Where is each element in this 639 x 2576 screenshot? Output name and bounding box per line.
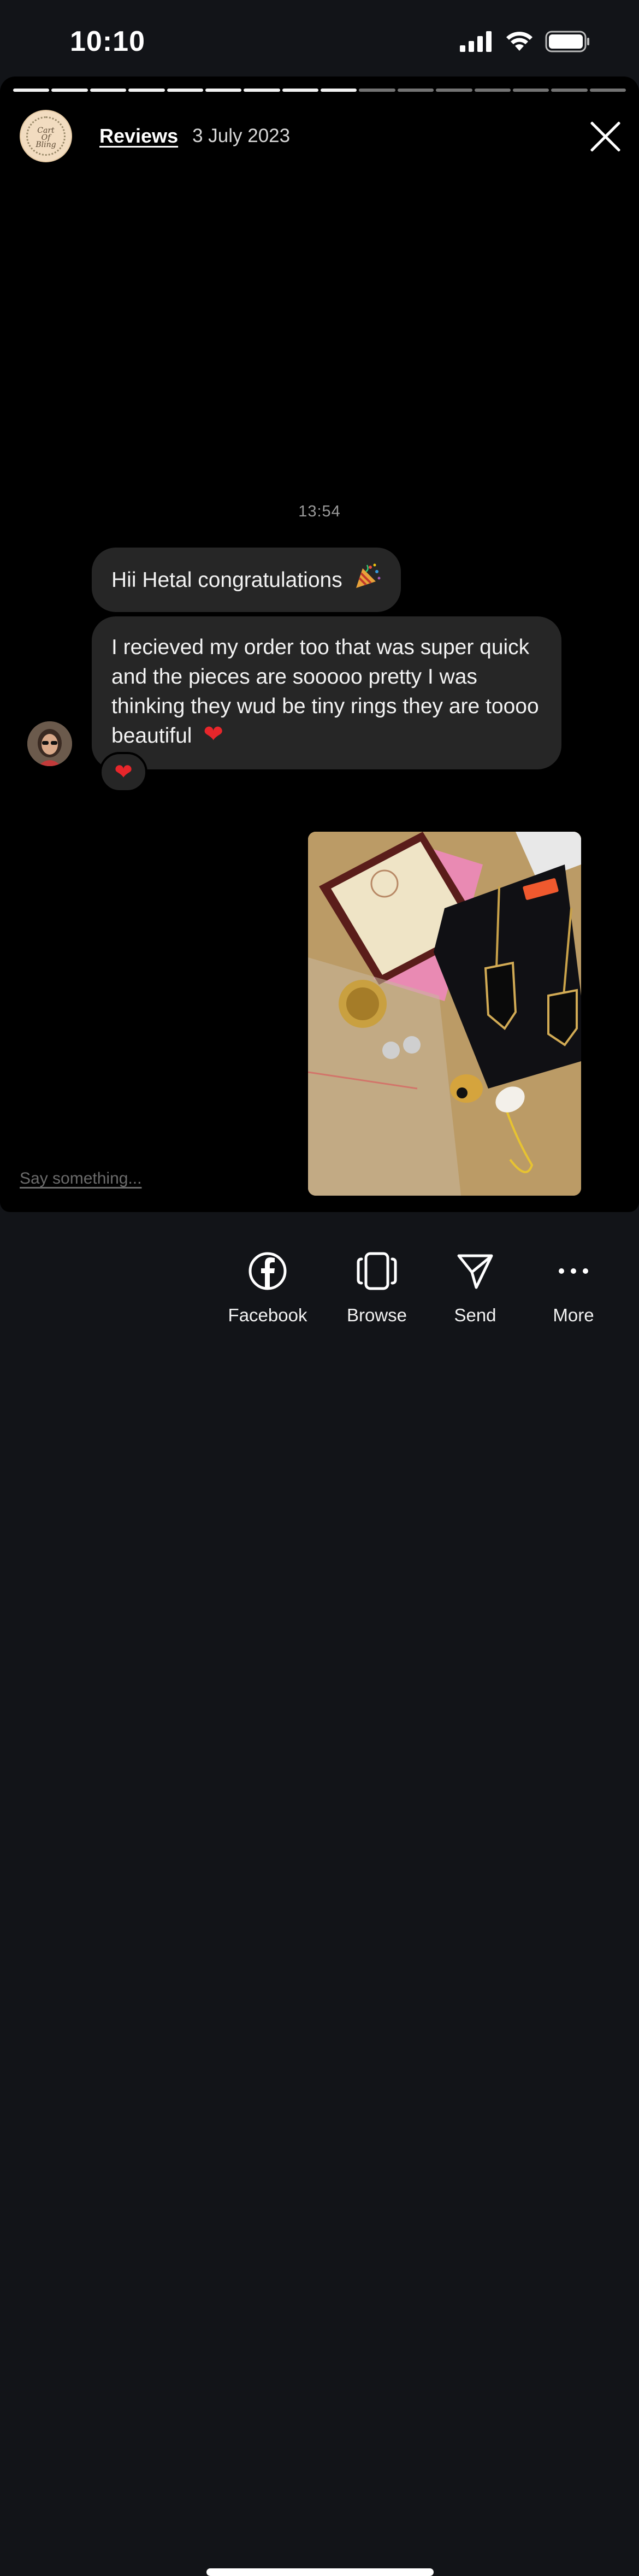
progress-segment (397, 89, 434, 92)
story-title[interactable]: Reviews (99, 125, 178, 148)
browse-button[interactable]: Browse (328, 1245, 426, 1326)
more-button[interactable]: More (524, 1245, 623, 1326)
home-indicator[interactable] (206, 2568, 434, 2576)
progress-segment (512, 89, 549, 92)
brand-avatar[interactable]: Cart Of Bling (20, 110, 72, 162)
progress-segment (244, 89, 280, 92)
progress-segment (551, 89, 588, 92)
progress-segment (13, 89, 50, 92)
progress-segment (589, 89, 626, 92)
progress-segment (128, 89, 165, 92)
progress-segment (359, 89, 395, 92)
sender-avatar[interactable] (27, 721, 72, 766)
message-text: Hii Hetal congratulations (111, 568, 342, 592)
progress-segment (321, 89, 357, 92)
send-button[interactable]: Send (426, 1245, 524, 1326)
close-icon[interactable] (588, 119, 623, 154)
more-icon (524, 1245, 623, 1297)
progress-segment (51, 89, 88, 92)
progress-segment (167, 89, 203, 92)
send-label: Send (454, 1305, 496, 1325)
facebook-icon (218, 1245, 317, 1297)
cellular-signal-icon (460, 31, 492, 52)
facebook-label: Facebook (228, 1305, 307, 1325)
battery-icon (545, 31, 589, 52)
story-date: 3 July 2023 (192, 125, 291, 146)
status-icons (460, 31, 590, 52)
message-reaction[interactable]: ❤ (99, 752, 147, 792)
reply-input[interactable]: Say something... (20, 1169, 141, 1188)
more-label: More (553, 1305, 594, 1325)
browse-label: Browse (346, 1305, 407, 1325)
story-progress-bar (13, 89, 626, 92)
progress-segment (90, 89, 127, 92)
red-heart-icon (203, 720, 225, 749)
wifi-icon (506, 32, 532, 51)
brand-logo: Cart Of Bling (36, 126, 56, 149)
browse-icon (328, 1245, 426, 1297)
send-icon (426, 1245, 524, 1297)
message-bubble: I recieved my order too that was super q… (92, 616, 561, 769)
message-bubble: Hii Hetal congratulations (92, 548, 401, 612)
progress-segment (474, 89, 511, 92)
message-text: I recieved my order too that was super q… (111, 636, 539, 748)
red-heart-icon: ❤ (114, 760, 133, 784)
progress-segment (282, 89, 318, 92)
party-popper-icon (354, 563, 381, 597)
progress-segment (205, 89, 242, 92)
status-bar: 10:10 (0, 0, 639, 77)
message-timestamp: 13:54 (298, 503, 341, 520)
progress-segment (436, 89, 472, 92)
story-viewer[interactable]: Cart Of Bling Reviews 3 July 2023 13:54 Hi… (0, 77, 639, 1212)
facebook-button[interactable]: Facebook (218, 1245, 317, 1326)
action-bar: Facebook Browse Send More (0, 1212, 639, 2576)
photo-message[interactable] (308, 832, 581, 1196)
story-header: Cart Of Bling Reviews 3 July 2023 (20, 106, 623, 166)
status-time: 10:10 (70, 26, 145, 57)
